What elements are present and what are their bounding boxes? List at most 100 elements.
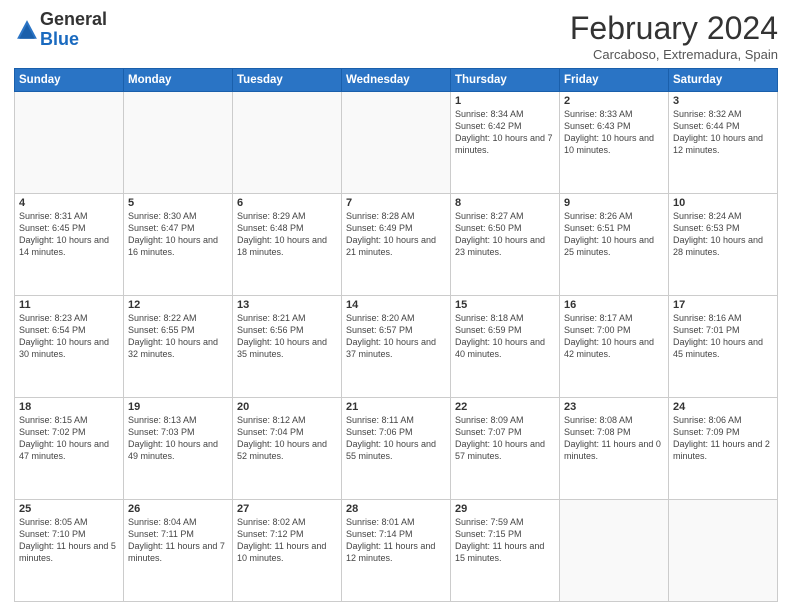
day-info: Sunrise: 8:16 AM Sunset: 7:01 PM Dayligh…: [673, 312, 773, 361]
calendar-week-row: 18Sunrise: 8:15 AM Sunset: 7:02 PM Dayli…: [15, 398, 778, 500]
calendar-cell: 25Sunrise: 8:05 AM Sunset: 7:10 PM Dayli…: [15, 500, 124, 602]
day-number: 8: [455, 197, 555, 209]
logo-icon: [16, 19, 38, 41]
calendar-cell: 19Sunrise: 8:13 AM Sunset: 7:03 PM Dayli…: [124, 398, 233, 500]
calendar-cell: 26Sunrise: 8:04 AM Sunset: 7:11 PM Dayli…: [124, 500, 233, 602]
day-info: Sunrise: 8:29 AM Sunset: 6:48 PM Dayligh…: [237, 210, 337, 259]
calendar-cell: 9Sunrise: 8:26 AM Sunset: 6:51 PM Daylig…: [560, 194, 669, 296]
calendar-cell: [233, 92, 342, 194]
logo-blue: Blue: [40, 30, 107, 50]
day-info: Sunrise: 8:23 AM Sunset: 6:54 PM Dayligh…: [19, 312, 119, 361]
day-number: 24: [673, 401, 773, 413]
day-number: 29: [455, 503, 555, 515]
day-number: 27: [237, 503, 337, 515]
calendar-cell: 10Sunrise: 8:24 AM Sunset: 6:53 PM Dayli…: [669, 194, 778, 296]
day-info: Sunrise: 7:59 AM Sunset: 7:15 PM Dayligh…: [455, 516, 555, 565]
calendar-cell: 2Sunrise: 8:33 AM Sunset: 6:43 PM Daylig…: [560, 92, 669, 194]
day-info: Sunrise: 8:24 AM Sunset: 6:53 PM Dayligh…: [673, 210, 773, 259]
day-number: 9: [564, 197, 664, 209]
calendar-cell: 23Sunrise: 8:08 AM Sunset: 7:08 PM Dayli…: [560, 398, 669, 500]
calendar-cell: 17Sunrise: 8:16 AM Sunset: 7:01 PM Dayli…: [669, 296, 778, 398]
logo: General Blue: [14, 10, 107, 50]
day-info: Sunrise: 8:26 AM Sunset: 6:51 PM Dayligh…: [564, 210, 664, 259]
calendar-cell: 18Sunrise: 8:15 AM Sunset: 7:02 PM Dayli…: [15, 398, 124, 500]
calendar-cell: 4Sunrise: 8:31 AM Sunset: 6:45 PM Daylig…: [15, 194, 124, 296]
calendar-week-row: 11Sunrise: 8:23 AM Sunset: 6:54 PM Dayli…: [15, 296, 778, 398]
day-of-week-header: Sunday: [15, 69, 124, 92]
day-info: Sunrise: 8:21 AM Sunset: 6:56 PM Dayligh…: [237, 312, 337, 361]
page: General Blue February 2024 Carcaboso, Ex…: [0, 0, 792, 612]
day-info: Sunrise: 8:30 AM Sunset: 6:47 PM Dayligh…: [128, 210, 228, 259]
day-info: Sunrise: 8:31 AM Sunset: 6:45 PM Dayligh…: [19, 210, 119, 259]
calendar-cell: 11Sunrise: 8:23 AM Sunset: 6:54 PM Dayli…: [15, 296, 124, 398]
calendar-cell: 5Sunrise: 8:30 AM Sunset: 6:47 PM Daylig…: [124, 194, 233, 296]
day-info: Sunrise: 8:05 AM Sunset: 7:10 PM Dayligh…: [19, 516, 119, 565]
day-number: 5: [128, 197, 228, 209]
day-number: 1: [455, 95, 555, 107]
calendar-cell: [124, 92, 233, 194]
day-of-week-header: Friday: [560, 69, 669, 92]
day-number: 19: [128, 401, 228, 413]
logo-general: General: [40, 10, 107, 30]
day-number: 7: [346, 197, 446, 209]
day-number: 13: [237, 299, 337, 311]
calendar-cell: [669, 500, 778, 602]
calendar-cell: [560, 500, 669, 602]
day-of-week-header: Monday: [124, 69, 233, 92]
day-of-week-header: Wednesday: [342, 69, 451, 92]
day-number: 18: [19, 401, 119, 413]
calendar-cell: 8Sunrise: 8:27 AM Sunset: 6:50 PM Daylig…: [451, 194, 560, 296]
calendar-cell: 7Sunrise: 8:28 AM Sunset: 6:49 PM Daylig…: [342, 194, 451, 296]
day-info: Sunrise: 8:18 AM Sunset: 6:59 PM Dayligh…: [455, 312, 555, 361]
day-number: 6: [237, 197, 337, 209]
day-number: 12: [128, 299, 228, 311]
day-info: Sunrise: 8:02 AM Sunset: 7:12 PM Dayligh…: [237, 516, 337, 565]
day-info: Sunrise: 8:12 AM Sunset: 7:04 PM Dayligh…: [237, 414, 337, 463]
day-of-week-header: Saturday: [669, 69, 778, 92]
calendar-cell: 6Sunrise: 8:29 AM Sunset: 6:48 PM Daylig…: [233, 194, 342, 296]
calendar-week-row: 4Sunrise: 8:31 AM Sunset: 6:45 PM Daylig…: [15, 194, 778, 296]
day-info: Sunrise: 8:32 AM Sunset: 6:44 PM Dayligh…: [673, 108, 773, 157]
day-of-week-header: Thursday: [451, 69, 560, 92]
calendar-cell: [15, 92, 124, 194]
calendar-cell: 16Sunrise: 8:17 AM Sunset: 7:00 PM Dayli…: [560, 296, 669, 398]
day-number: 4: [19, 197, 119, 209]
calendar-cell: 14Sunrise: 8:20 AM Sunset: 6:57 PM Dayli…: [342, 296, 451, 398]
calendar-cell: 13Sunrise: 8:21 AM Sunset: 6:56 PM Dayli…: [233, 296, 342, 398]
day-info: Sunrise: 8:17 AM Sunset: 7:00 PM Dayligh…: [564, 312, 664, 361]
calendar-cell: 3Sunrise: 8:32 AM Sunset: 6:44 PM Daylig…: [669, 92, 778, 194]
calendar-week-row: 1Sunrise: 8:34 AM Sunset: 6:42 PM Daylig…: [15, 92, 778, 194]
day-info: Sunrise: 8:01 AM Sunset: 7:14 PM Dayligh…: [346, 516, 446, 565]
calendar-cell: 24Sunrise: 8:06 AM Sunset: 7:09 PM Dayli…: [669, 398, 778, 500]
subtitle: Carcaboso, Extremadura, Spain: [570, 47, 778, 62]
calendar-cell: 20Sunrise: 8:12 AM Sunset: 7:04 PM Dayli…: [233, 398, 342, 500]
days-of-week-row: SundayMondayTuesdayWednesdayThursdayFrid…: [15, 69, 778, 92]
day-info: Sunrise: 8:04 AM Sunset: 7:11 PM Dayligh…: [128, 516, 228, 565]
calendar-cell: 1Sunrise: 8:34 AM Sunset: 6:42 PM Daylig…: [451, 92, 560, 194]
day-number: 22: [455, 401, 555, 413]
calendar-cell: 12Sunrise: 8:22 AM Sunset: 6:55 PM Dayli…: [124, 296, 233, 398]
day-number: 3: [673, 95, 773, 107]
calendar-cell: 21Sunrise: 8:11 AM Sunset: 7:06 PM Dayli…: [342, 398, 451, 500]
day-info: Sunrise: 8:22 AM Sunset: 6:55 PM Dayligh…: [128, 312, 228, 361]
day-info: Sunrise: 8:15 AM Sunset: 7:02 PM Dayligh…: [19, 414, 119, 463]
day-number: 20: [237, 401, 337, 413]
day-info: Sunrise: 8:33 AM Sunset: 6:43 PM Dayligh…: [564, 108, 664, 157]
logo-text: General Blue: [40, 10, 107, 50]
calendar-header: SundayMondayTuesdayWednesdayThursdayFrid…: [15, 69, 778, 92]
day-number: 23: [564, 401, 664, 413]
day-number: 14: [346, 299, 446, 311]
day-info: Sunrise: 8:09 AM Sunset: 7:07 PM Dayligh…: [455, 414, 555, 463]
day-number: 11: [19, 299, 119, 311]
calendar-body: 1Sunrise: 8:34 AM Sunset: 6:42 PM Daylig…: [15, 92, 778, 602]
day-number: 28: [346, 503, 446, 515]
header: General Blue February 2024 Carcaboso, Ex…: [14, 10, 778, 62]
calendar-cell: 28Sunrise: 8:01 AM Sunset: 7:14 PM Dayli…: [342, 500, 451, 602]
day-info: Sunrise: 8:13 AM Sunset: 7:03 PM Dayligh…: [128, 414, 228, 463]
calendar-week-row: 25Sunrise: 8:05 AM Sunset: 7:10 PM Dayli…: [15, 500, 778, 602]
day-info: Sunrise: 8:20 AM Sunset: 6:57 PM Dayligh…: [346, 312, 446, 361]
calendar-cell: [342, 92, 451, 194]
day-info: Sunrise: 8:06 AM Sunset: 7:09 PM Dayligh…: [673, 414, 773, 463]
day-number: 25: [19, 503, 119, 515]
calendar-cell: 29Sunrise: 7:59 AM Sunset: 7:15 PM Dayli…: [451, 500, 560, 602]
